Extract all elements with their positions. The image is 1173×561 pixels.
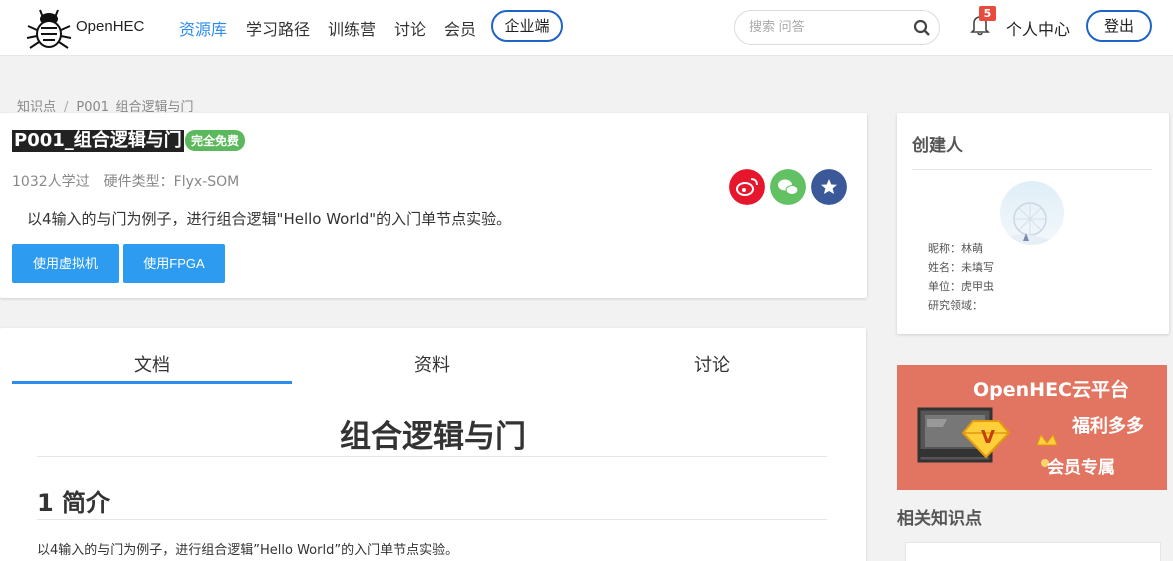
ad-title: OpenHEC云平台	[973, 379, 1129, 401]
document-heading: 组合逻辑与门	[340, 419, 526, 455]
wechat-share-icon[interactable]	[770, 169, 806, 205]
use-fpga-button[interactable]: 使用FPGA	[123, 244, 225, 283]
creator-name: 姓名：未填写	[928, 261, 994, 274]
knowledge-meta: 1032人学过 硬件类型：Flyx-SOM	[12, 171, 239, 191]
knowledge-header-card: P001_组合逻辑与门 完全免费 1032人学过 硬件类型：Flyx-SOM 以4…	[0, 113, 867, 298]
nav-resources[interactable]: 资源库	[179, 16, 227, 40]
search-box	[734, 10, 940, 45]
creator-nickname: 昵称：林萌	[928, 242, 983, 255]
section-divider	[37, 519, 827, 520]
knowledge-title: P001_组合逻辑与门	[12, 130, 184, 152]
ad-line-members: 会员专属	[1047, 458, 1115, 478]
search-input[interactable]	[749, 19, 909, 34]
weibo-share-icon[interactable]	[729, 169, 765, 205]
enterprise-button[interactable]: 企业端	[491, 10, 563, 42]
nav-discussion[interactable]: 讨论	[394, 16, 426, 40]
logout-button[interactable]: 登出	[1086, 10, 1152, 42]
ad-vip-badge: V	[981, 427, 995, 448]
active-tab-indicator	[12, 381, 292, 384]
top-navbar: OpenHEC 资源库 学习路径 训练营 讨论 会员 企业端 5 个人中心 登出	[0, 0, 1173, 56]
beetle-logo-icon[interactable]	[26, 4, 72, 52]
free-badge: 完全免费	[185, 130, 246, 151]
document-card: 文档 资料 讨论 组合逻辑与门 1 简介 以4输入的与门为例子，进行组合逻辑”H…	[0, 328, 866, 561]
nav-learning-path[interactable]: 学习路径	[246, 16, 310, 40]
related-knowledge-title: 相关知识点	[897, 509, 982, 529]
heading-divider	[37, 456, 827, 457]
user-center-link[interactable]: 个人中心	[1006, 16, 1070, 40]
notification-count-badge: 5	[979, 6, 996, 21]
creator-card: 创建人 昵称：林萌 姓名：未填写 单位：虎甲虫 研究领域：	[897, 113, 1169, 334]
related-knowledge-list	[905, 542, 1161, 561]
hardware-type: 硬件类型：Flyx-SOM	[103, 174, 240, 190]
search-icon[interactable]	[913, 19, 931, 37]
creator-avatar[interactable]	[1000, 181, 1064, 245]
tab-document[interactable]: 文档	[12, 351, 292, 377]
knowledge-description: 以4输入的与门为例子，进行组合逻辑"Hello World"的入门单节点实验。	[27, 210, 512, 228]
brand-name[interactable]: OpenHEC	[76, 18, 144, 35]
tab-materials[interactable]: 资料	[292, 351, 572, 377]
section-heading: 1 简介	[37, 489, 111, 517]
section-paragraph: 以4输入的与门为例子，进行组合逻辑”Hello World”的入门单节点实验。	[37, 543, 459, 558]
ad-line-benefits: 福利多多	[1072, 416, 1144, 437]
favorite-star-icon[interactable]	[811, 169, 847, 205]
creator-org: 单位：虎甲虫	[928, 280, 994, 293]
membership-ad-banner[interactable]: OpenHEC云平台 福利多多 会员专属 V	[897, 365, 1167, 490]
learner-count: 1032人学过	[12, 174, 90, 190]
creator-divider	[912, 169, 1152, 170]
creator-research-field: 研究领域：	[928, 299, 983, 312]
nav-training-camp[interactable]: 训练营	[328, 16, 376, 40]
tab-discussion[interactable]: 讨论	[572, 351, 852, 377]
creator-title: 创建人	[912, 136, 963, 156]
nav-membership[interactable]: 会员	[444, 16, 476, 40]
use-vm-button[interactable]: 使用虚拟机	[12, 244, 119, 283]
